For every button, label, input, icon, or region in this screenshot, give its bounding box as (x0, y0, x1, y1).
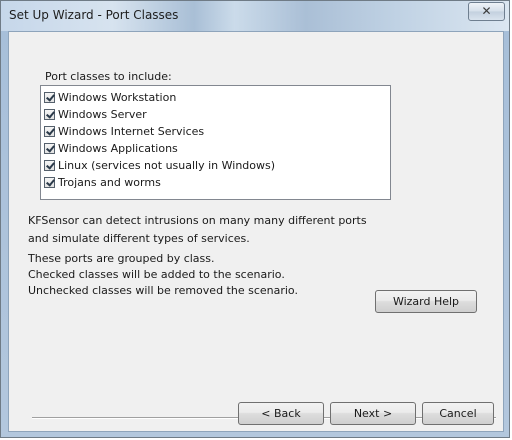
title-bar[interactable]: Set Up Wizard - Port Classes ✕ (1, 1, 509, 31)
description-line-5: Unchecked classes will be removed the sc… (28, 284, 298, 297)
list-item-label: Linux (services not usually in Windows) (58, 159, 276, 172)
description-line-3: These ports are grouped by class. (28, 252, 215, 265)
back-button[interactable]: < Back (238, 402, 324, 425)
checkbox-checked-icon[interactable] (44, 92, 55, 103)
wizard-window: Set Up Wizard - Port Classes ✕ Port clas… (0, 0, 510, 438)
wizard-help-button[interactable]: Wizard Help (375, 290, 477, 313)
list-item-label: Windows Server (58, 108, 147, 121)
checkbox-checked-icon[interactable] (44, 160, 55, 171)
description-line-4: Checked classes will be added to the sce… (28, 268, 285, 281)
checkbox-checked-icon[interactable] (44, 109, 55, 120)
close-icon: ✕ (481, 4, 492, 18)
port-classes-heading: Port classes to include: (45, 70, 172, 83)
list-item-label: Windows Workstation (58, 91, 177, 104)
close-button[interactable]: ✕ (468, 2, 505, 21)
checkbox-checked-icon[interactable] (44, 126, 55, 137)
list-item-linux[interactable]: Linux (services not usually in Windows) (44, 157, 275, 174)
port-classes-list[interactable]: Windows Workstation Windows Server Windo… (40, 85, 391, 200)
list-item-label: Trojans and worms (58, 176, 161, 189)
checkbox-checked-icon[interactable] (44, 143, 55, 154)
list-item-windows-server[interactable]: Windows Server (44, 106, 147, 123)
list-item-windows-applications[interactable]: Windows Applications (44, 140, 178, 157)
checkbox-checked-icon[interactable] (44, 177, 55, 188)
cancel-button[interactable]: Cancel (422, 402, 494, 425)
window-title: Set Up Wizard - Port Classes (9, 8, 179, 22)
next-button[interactable]: Next > (330, 402, 416, 425)
list-item-trojans-and-worms[interactable]: Trojans and worms (44, 174, 161, 191)
description-line-1: KFSensor can detect intrusions on many m… (28, 214, 367, 227)
list-item-label: Windows Internet Services (58, 125, 205, 138)
list-item-windows-internet-services[interactable]: Windows Internet Services (44, 123, 204, 140)
dialog-body: Port classes to include: Windows Worksta… (8, 31, 504, 432)
list-item-windows-workstation[interactable]: Windows Workstation (44, 89, 176, 106)
list-item-label: Windows Applications (58, 142, 178, 155)
description-line-2: and simulate different types of services… (28, 232, 250, 245)
